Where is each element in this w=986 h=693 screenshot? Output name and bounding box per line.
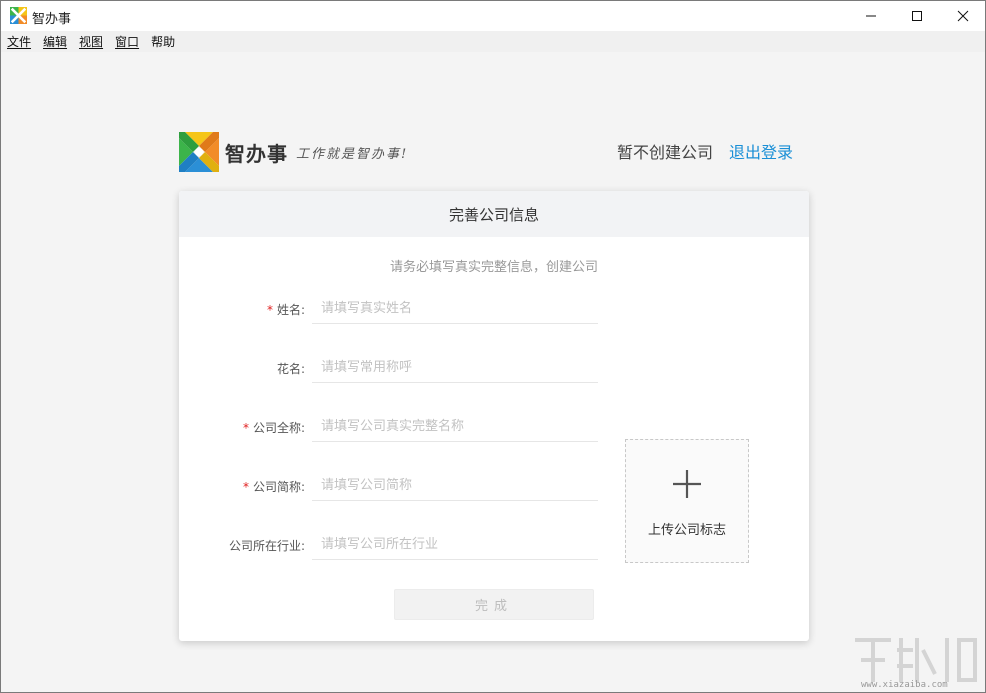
brand-name: 智办事 [225,141,288,166]
minimize-icon [866,15,876,17]
app-window: 智办事 文件 编辑 视图 窗口 帮助 智办事 工作就是智办事! 暂不创建公司 退… [0,0,986,693]
card-title: 完善公司信息 [179,191,809,237]
maximize-button[interactable] [894,1,940,31]
industry-input[interactable] [312,530,598,560]
app-logo-icon [10,7,27,24]
menu-view[interactable]: 视图 [79,33,103,50]
nickname-label: 花名: [276,362,305,376]
maximize-icon [912,11,922,21]
skip-company-link[interactable]: 暂不创建公司 [617,139,713,163]
form-hint: 请务必填写真实完整信息，创建公司 [389,260,598,275]
required-mark: * [242,480,249,494]
title-bar: 智办事 [1,1,985,31]
logout-link[interactable]: 退出登录 [729,139,793,163]
watermark-text: www.xiazaiba.com [861,680,948,690]
brand-slogan: 工作就是智办事! [296,146,409,162]
required-mark: * [266,303,273,317]
company-shortname-input[interactable] [312,471,598,501]
upload-logo-button[interactable]: 上传公司标志 [625,439,749,563]
nickname-input[interactable] [312,353,598,383]
name-input[interactable] [312,294,598,324]
menu-file[interactable]: 文件 [7,33,31,50]
brand-header: 智办事 工作就是智办事! [179,132,408,172]
menu-help[interactable]: 帮助 [151,33,175,50]
required-mark: * [242,421,249,435]
company-shortname-label: * 公司简称: [242,480,305,494]
main-content: 智办事 工作就是智办事! 暂不创建公司 退出登录 完善公司信息 请务必填写真实完… [1,52,985,692]
menu-edit[interactable]: 编辑 [43,33,67,50]
minimize-button[interactable] [848,1,894,31]
window-title: 智办事 [32,12,72,27]
brand-logo-icon [179,132,219,172]
industry-label: 公司所在行业: [228,539,305,553]
company-info-card: 完善公司信息 请务必填写真实完整信息，创建公司 *姓名: 花名: *公司全称: … [179,191,809,641]
upload-logo-label: 上传公司标志 [647,523,726,538]
close-icon [957,10,969,22]
menu-bar: 文件 编辑 视图 窗口 帮助 [1,31,985,52]
submit-button[interactable]: 完成 [394,589,594,620]
company-fullname-label: * 公司全称: [242,421,305,435]
close-button[interactable] [940,1,985,31]
company-fullname-input[interactable] [312,412,598,442]
plus-icon [673,470,701,498]
name-label: * 姓名: [266,303,305,317]
menu-window[interactable]: 窗口 [115,33,139,50]
